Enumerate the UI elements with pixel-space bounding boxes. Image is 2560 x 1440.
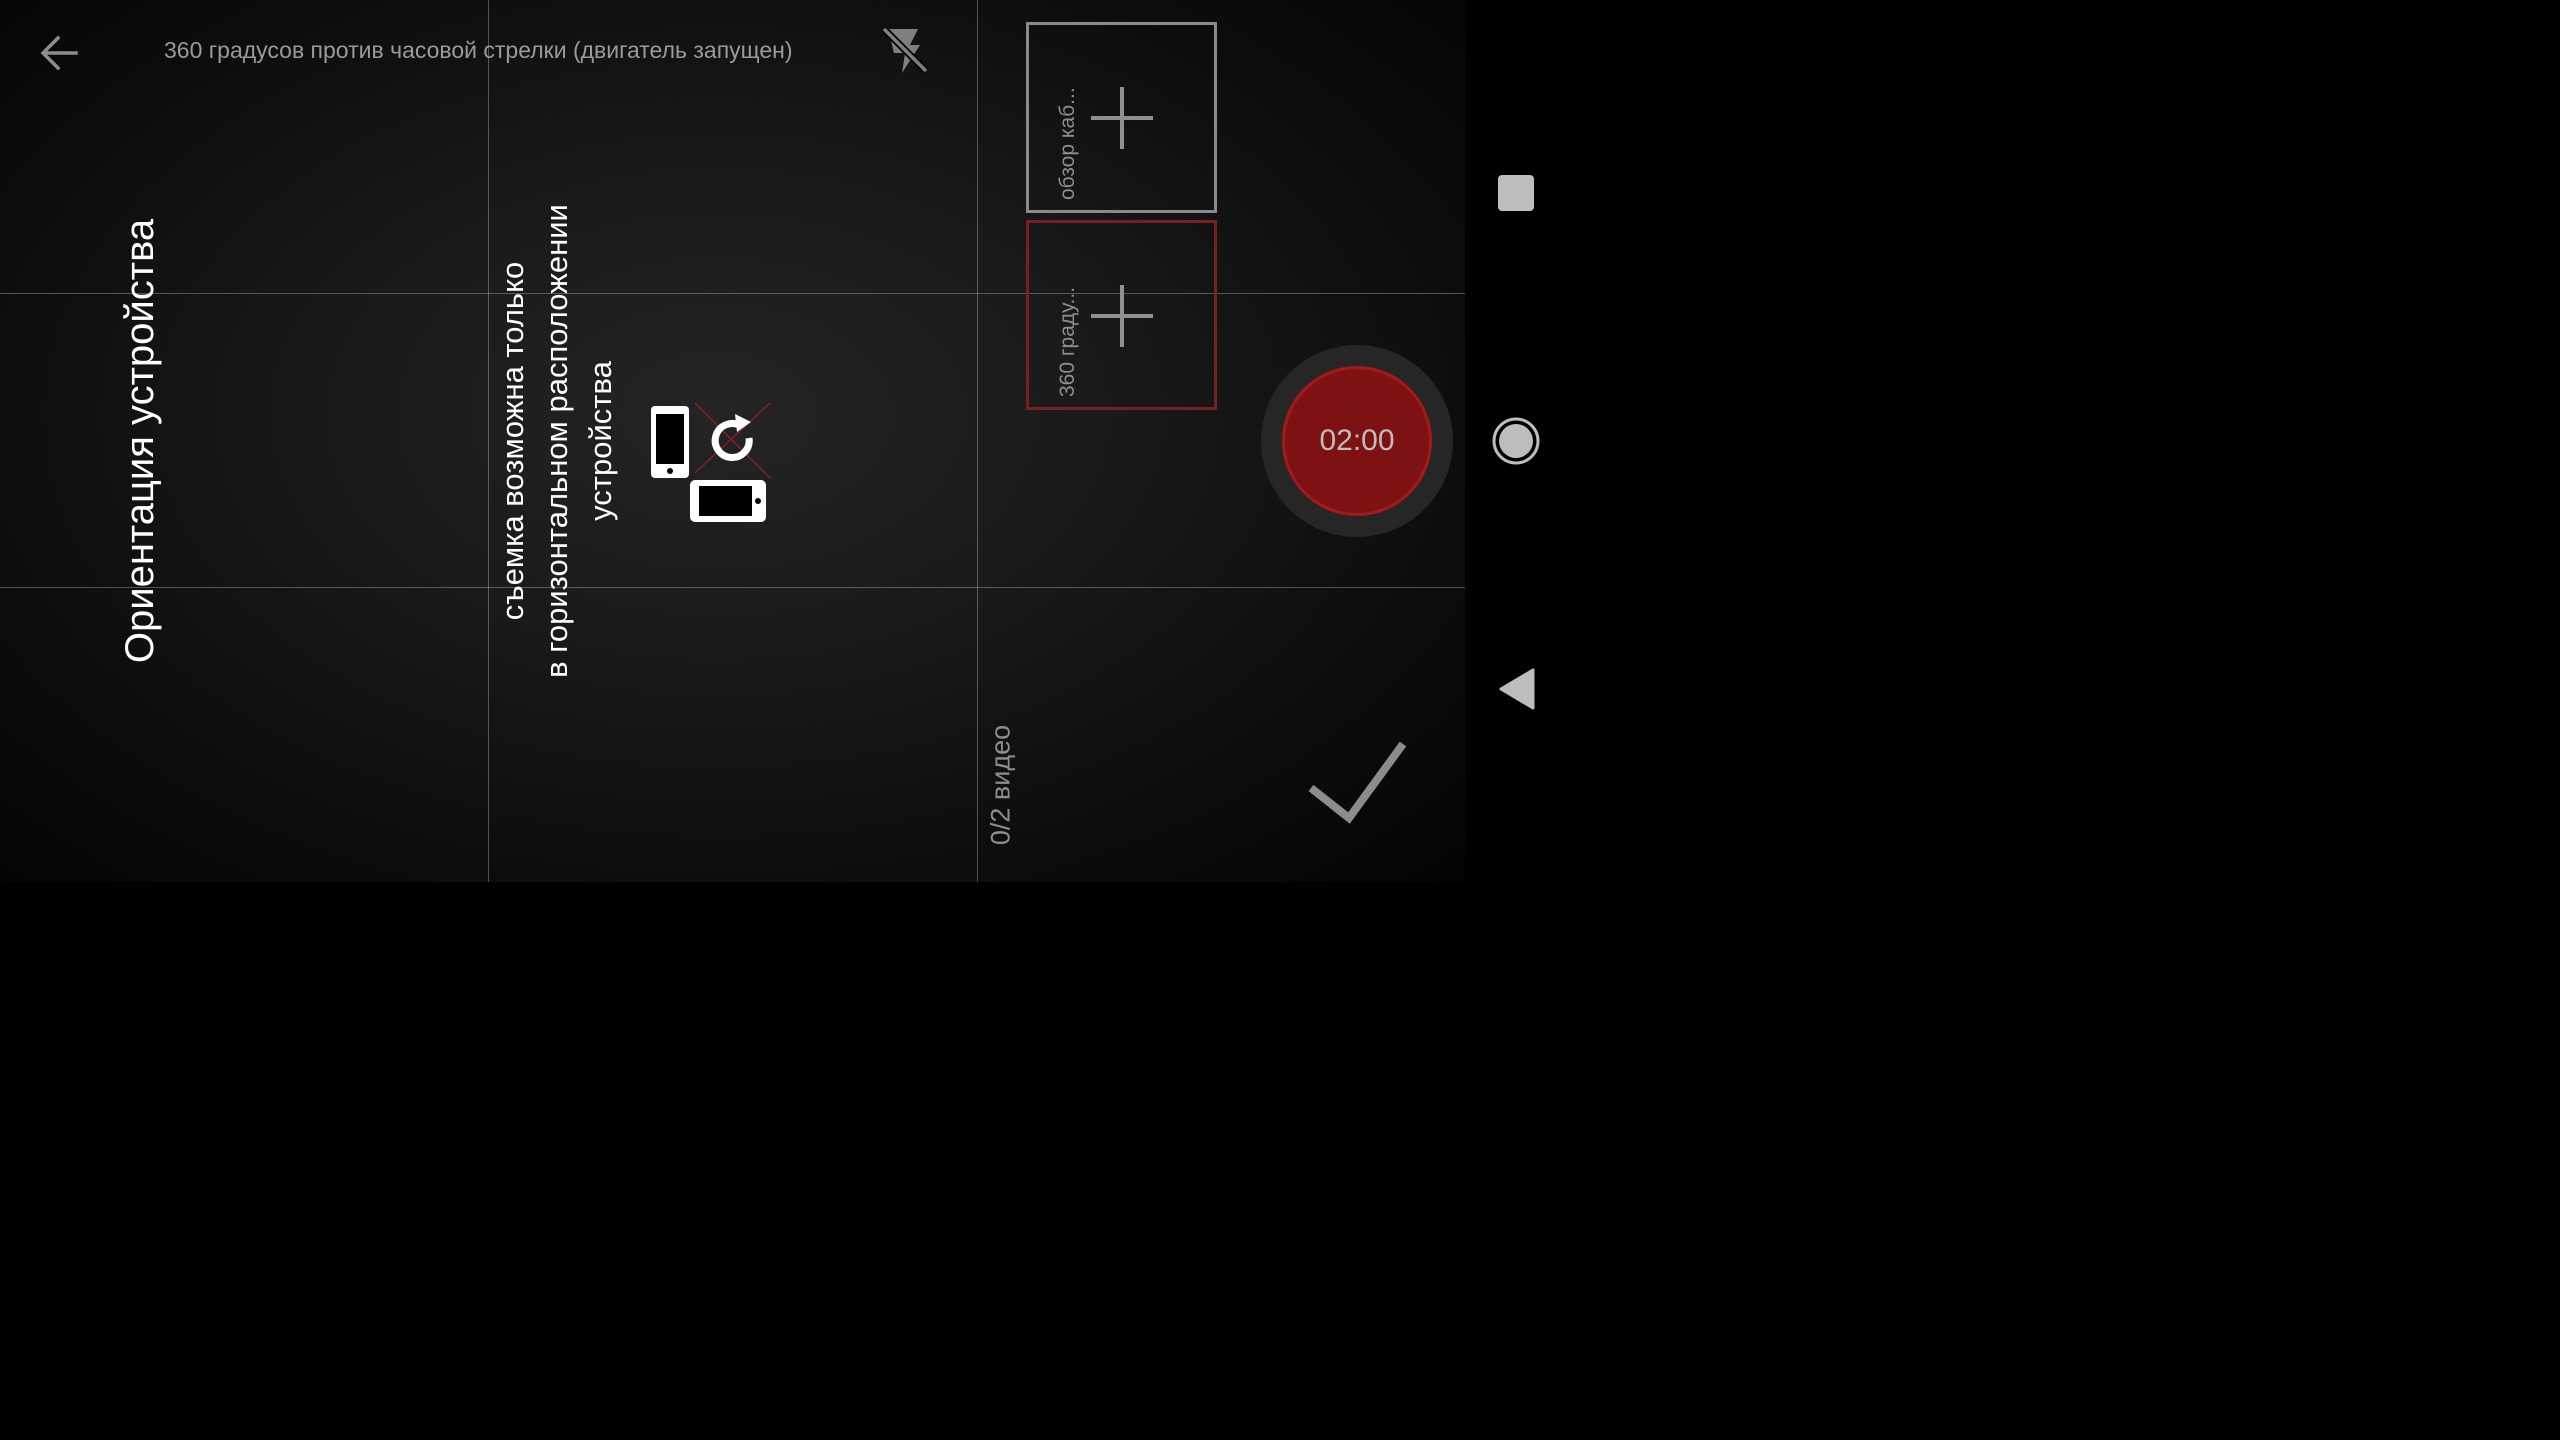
grid-line [0, 293, 1465, 294]
orientation-hint-line: съемка возможна только [495, 261, 530, 621]
plus-icon [1091, 87, 1153, 149]
grid-line [488, 0, 489, 882]
arrow-left-icon [40, 35, 78, 71]
orientation-hint: съемка возможна только в горизонтальном … [491, 204, 623, 678]
clip-slot-label: обзор каб... [1056, 87, 1079, 200]
plus-icon [1091, 285, 1153, 347]
back-button[interactable] [36, 30, 82, 76]
orientation-title: Ориентация устройства [118, 218, 162, 664]
circle-icon [1492, 417, 1540, 465]
page-title: 360 градусов против часовой стрелки (дви… [164, 37, 793, 63]
grid-line [977, 0, 978, 882]
triangle-back-icon [1499, 668, 1535, 710]
record-timer: 02:00 [1319, 424, 1395, 457]
record-button[interactable]: 02:00 [1282, 366, 1432, 516]
camera-screen: 360 градусов против часовой стрелки (дви… [0, 0, 1568, 882]
clip-slot-active[interactable]: 360 граду... [1026, 220, 1217, 410]
orientation-hint-line: в горизонтальном расположении [539, 204, 574, 678]
system-nav-bar [1465, 0, 1568, 882]
checkmark-icon [1308, 741, 1407, 824]
grid-line [0, 587, 1465, 588]
video-count: 0/2 видео [985, 724, 1016, 846]
system-back-button[interactable] [1499, 668, 1535, 710]
rotate-to-landscape-icon [645, 398, 775, 528]
flash-toggle-button[interactable] [880, 25, 930, 77]
recents-button[interactable] [1498, 175, 1534, 211]
orientation-hint-line: устройства [583, 361, 618, 521]
confirm-button[interactable] [1305, 738, 1409, 824]
clip-slot[interactable]: обзор каб... [1026, 22, 1217, 213]
flash-off-icon [881, 26, 929, 74]
home-button[interactable] [1491, 416, 1541, 466]
clip-slot-label: 360 граду... [1056, 286, 1079, 397]
square-icon [1498, 175, 1534, 211]
